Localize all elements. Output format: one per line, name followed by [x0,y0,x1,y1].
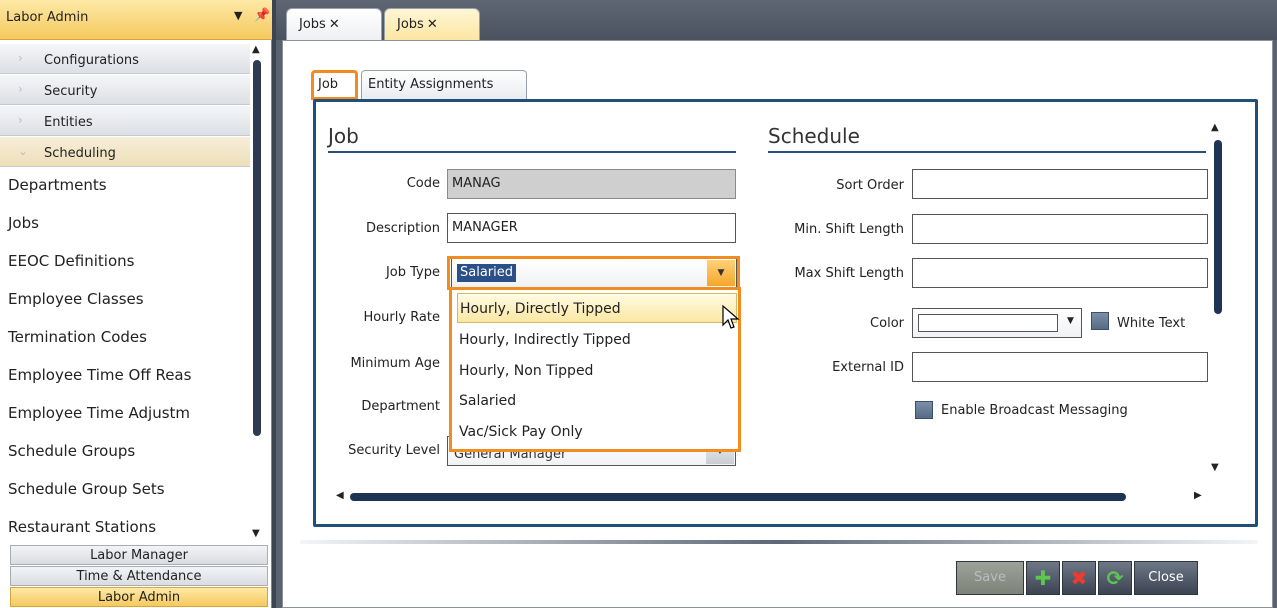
security-level-label: Security Level [348,443,440,458]
scroll-thumb[interactable] [350,493,1126,501]
delete-button[interactable]: ✖ [1062,561,1096,595]
broadcast-messaging-checkbox[interactable] [915,401,933,419]
department-label: Department [361,399,440,414]
sort-order-field[interactable] [912,169,1208,199]
color-label: Color [870,316,904,331]
nav-item-eeoc-definitions[interactable]: EEOC Definitions [0,242,250,280]
description-field[interactable]: MANAGER [447,213,736,243]
form-vertical-scrollbar[interactable]: ▲ ▼ [1211,122,1225,473]
scroll-up-icon[interactable]: ▲ [1211,122,1219,133]
scroll-down-icon[interactable]: ▼ [252,528,260,539]
nav-item-jobs[interactable]: Jobs [0,204,250,242]
option-salaried[interactable]: Salaried [457,386,737,416]
category-entities[interactable]: › Entities [0,106,250,136]
category-label: Entities [44,115,93,130]
close-icon[interactable]: ✕ [329,17,340,32]
chevron-right-icon: › [18,113,23,127]
doc-tab-label: Jobs [299,17,326,32]
plus-icon: ✚ [1034,566,1052,590]
job-type-highlight [447,256,740,290]
option-hourly-directly-tipped[interactable]: Hourly, Directly Tipped [457,293,737,323]
category-security[interactable]: › Security [0,75,250,105]
max-shift-length-field[interactable] [912,258,1208,288]
white-text-checkbox[interactable] [1091,312,1109,330]
option-hourly-indirectly-tipped[interactable]: Hourly, Indirectly Tipped [457,325,737,355]
bottom-tab-labor-manager[interactable]: Labor Manager [10,545,268,565]
white-text-label: White Text [1117,316,1186,331]
separator-bar [300,540,1258,544]
category-scheduling[interactable]: ⌄ Scheduling [0,137,250,167]
save-button[interactable]: Save [956,561,1024,595]
document-tab-strip: Jobs ✕ Jobs ✕ [276,0,1277,40]
nav-item-departments[interactable]: Departments [0,166,250,204]
tab-entity-assignments[interactable]: Entity Assignments [361,70,527,100]
dropdown-arrow-icon[interactable]: ▼ [1067,316,1074,326]
schedule-section-divider [768,151,1206,153]
chevron-right-icon: › [18,82,23,96]
nav-item-restaurant-stations[interactable]: Restaurant Stations [0,508,250,546]
scroll-down-icon[interactable]: ▼ [1211,462,1219,473]
panel-title: Labor Admin [6,10,89,25]
option-hourly-non-tipped[interactable]: Hourly, Non Tipped [457,356,737,386]
left-panel: Labor Admin ▼ 📌 › Configurations › Secur… [0,0,272,608]
nav-item-employee-classes[interactable]: Employee Classes [0,280,250,318]
nav-item-termination-codes[interactable]: Termination Codes [0,318,250,356]
panel-dropdown-icon[interactable]: ▼ [234,9,242,22]
nav-item-employee-time-adjustments[interactable]: Employee Time Adjustm [0,394,250,432]
minimum-age-label: Minimum Age [350,356,440,371]
chevron-down-icon: ⌄ [18,144,29,158]
job-section-divider [328,151,736,153]
option-vac-sick-pay-only[interactable]: Vac/Sick Pay Only [457,417,737,447]
add-button[interactable]: ✚ [1026,561,1060,595]
code-field[interactable]: MANAG [447,169,736,199]
scroll-left-icon[interactable]: ◀ [336,490,344,501]
bottom-tab-time-attendance[interactable]: Time & Attendance [10,566,268,586]
form-horizontal-scrollbar[interactable]: ◀ ▶ [336,490,1202,504]
left-scrollbar[interactable]: ▲ ▼ [250,44,264,542]
external-id-label: External ID [832,360,904,375]
job-type-dropdown-list: Hourly, Directly Tipped Hourly, Indirect… [449,287,741,452]
color-swatch [918,314,1058,332]
min-shift-length-field[interactable] [912,214,1208,244]
code-label: Code [406,176,440,191]
doc-tab-label: Jobs [397,17,424,32]
hourly-rate-label: Hourly Rate [363,310,440,325]
schedule-section-title: Schedule [768,124,860,148]
min-shift-length-label: Min. Shift Length [794,222,904,237]
main-area: Jobs ✕ Jobs ✕ Job Entity Assignments [276,0,1277,608]
bottom-tab-labor-admin[interactable]: Labor Admin [10,587,268,607]
sort-order-label: Sort Order [836,178,904,193]
close-button[interactable]: Close [1134,561,1198,595]
chevron-right-icon: › [18,51,23,65]
max-shift-length-label: Max Shift Length [794,266,904,281]
nav-item-schedule-groups[interactable]: Schedule Groups [0,432,250,470]
panel-header: Labor Admin ▼ 📌 [0,0,272,40]
description-label: Description [365,221,440,236]
category-label: Security [44,84,98,99]
nav-list: Departments Jobs EEOC Definitions Employ… [0,166,250,546]
category-label: Configurations [44,53,139,68]
job-type-label: Job Type [385,265,440,280]
doc-tab-jobs-1[interactable]: Jobs ✕ [286,8,382,40]
refresh-icon: ⟳ [1106,566,1124,590]
doc-tab-jobs-2[interactable]: Jobs ✕ [384,8,480,40]
mouse-cursor-icon [722,305,740,329]
tab-job[interactable]: Job [311,70,358,100]
delete-x-icon: ✖ [1070,566,1088,590]
job-section-title: Job [328,124,359,148]
refresh-button[interactable]: ⟳ [1098,561,1132,595]
category-label: Scheduling [44,146,116,161]
close-icon[interactable]: ✕ [427,17,438,32]
nav-item-schedule-group-sets[interactable]: Schedule Group Sets [0,470,250,508]
external-id-field[interactable] [912,352,1208,382]
scroll-thumb[interactable] [253,60,261,436]
scroll-right-icon[interactable]: ▶ [1194,490,1202,501]
color-picker[interactable]: ▼ [912,308,1082,338]
scroll-thumb[interactable] [1214,140,1222,314]
nav-item-employee-time-off-reasons[interactable]: Employee Time Off Reas [0,356,250,394]
category-configurations[interactable]: › Configurations [0,44,250,74]
pin-icon[interactable]: 📌 [254,8,270,23]
broadcast-messaging-label: Enable Broadcast Messaging [941,403,1128,418]
scroll-up-icon[interactable]: ▲ [252,44,260,55]
